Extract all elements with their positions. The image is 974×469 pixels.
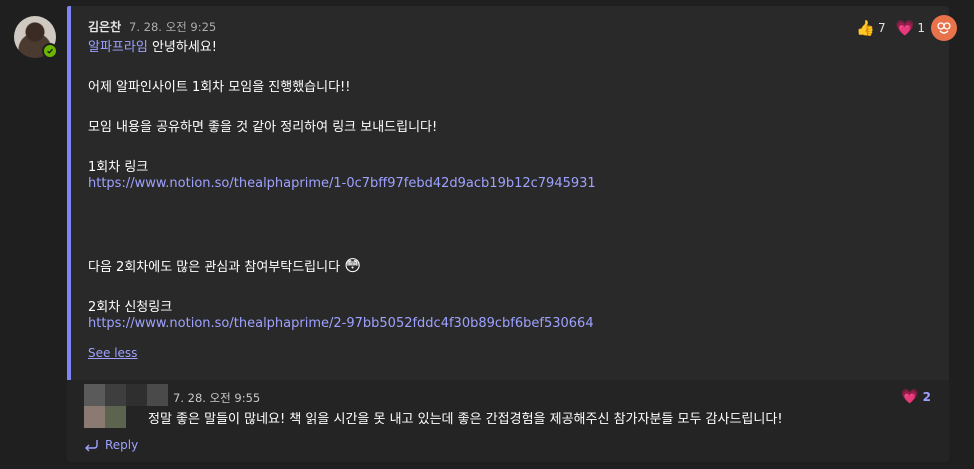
reaction-thumbs-up[interactable]: 👍 7 <box>856 18 886 37</box>
message-card: 김은찬 7. 28. 오전 9:25 👍 7 💗 1 알파프라임 안녕하세요! … <box>67 6 957 380</box>
flushed-face-icon: 😳 <box>344 256 361 275</box>
message-line: 다음 2회차에도 많은 관심과 참여부탁드립니다 <box>88 260 341 275</box>
reply-button[interactable]: Reply <box>83 438 138 452</box>
message-line: 어제 알파인사이트 1회차 모임을 진행했습니다!! <box>88 80 351 95</box>
see-less-link[interactable]: See less <box>88 346 137 360</box>
reply-label: Reply <box>105 438 139 452</box>
reply-reaction-heart[interactable]: 💗 2 <box>901 389 931 405</box>
sender-avatar[interactable] <box>14 16 58 59</box>
mention-link[interactable]: 알파프라임 <box>88 40 148 55</box>
reply-thread: 7. 28. 오전 9:55 💗 2 정말 좋은 말들이 많네요! 책 읽을 시… <box>67 380 949 462</box>
heart-icon: 💗 <box>895 18 915 37</box>
smile-icon <box>937 22 951 34</box>
greeting-text: 안녕하세요! <box>147 40 217 55</box>
reaction-heart[interactable]: 💗 1 <box>895 18 925 37</box>
message-line: 1회차 링크 <box>88 160 149 175</box>
reaction-count: 7 <box>878 21 886 35</box>
message-line: 2회차 신청링크 <box>88 300 173 315</box>
reaction-count: 2 <box>922 390 931 404</box>
reaction-count: 1 <box>917 21 925 35</box>
reply-timestamp: 7. 28. 오전 9:55 <box>173 391 261 405</box>
reactions-bar: 👍 7 💗 1 <box>856 15 957 41</box>
reply-message: 정말 좋은 말들이 많네요! 책 읽을 시간을 못 내고 있는데 좋은 간접경험… <box>148 412 783 427</box>
thumbs-up-icon: 👍 <box>856 18 876 37</box>
notion-link-1[interactable]: https://www.notion.so/thealphaprime/1-0c… <box>88 176 596 191</box>
heart-icon: 💗 <box>901 389 919 405</box>
notion-link-2[interactable]: https://www.notion.so/thealphaprime/2-97… <box>88 316 594 331</box>
reply-arrow-icon <box>85 440 98 452</box>
sender-name[interactable]: 김은찬 <box>88 18 121 35</box>
presence-available-icon <box>42 43 58 59</box>
add-reaction-button[interactable] <box>931 15 957 41</box>
message-line: 모임 내용을 공유하면 좋을 것 같아 정리하여 링크 보내드립니다! <box>88 120 438 135</box>
message-timestamp: 7. 28. 오전 9:25 <box>129 20 217 34</box>
